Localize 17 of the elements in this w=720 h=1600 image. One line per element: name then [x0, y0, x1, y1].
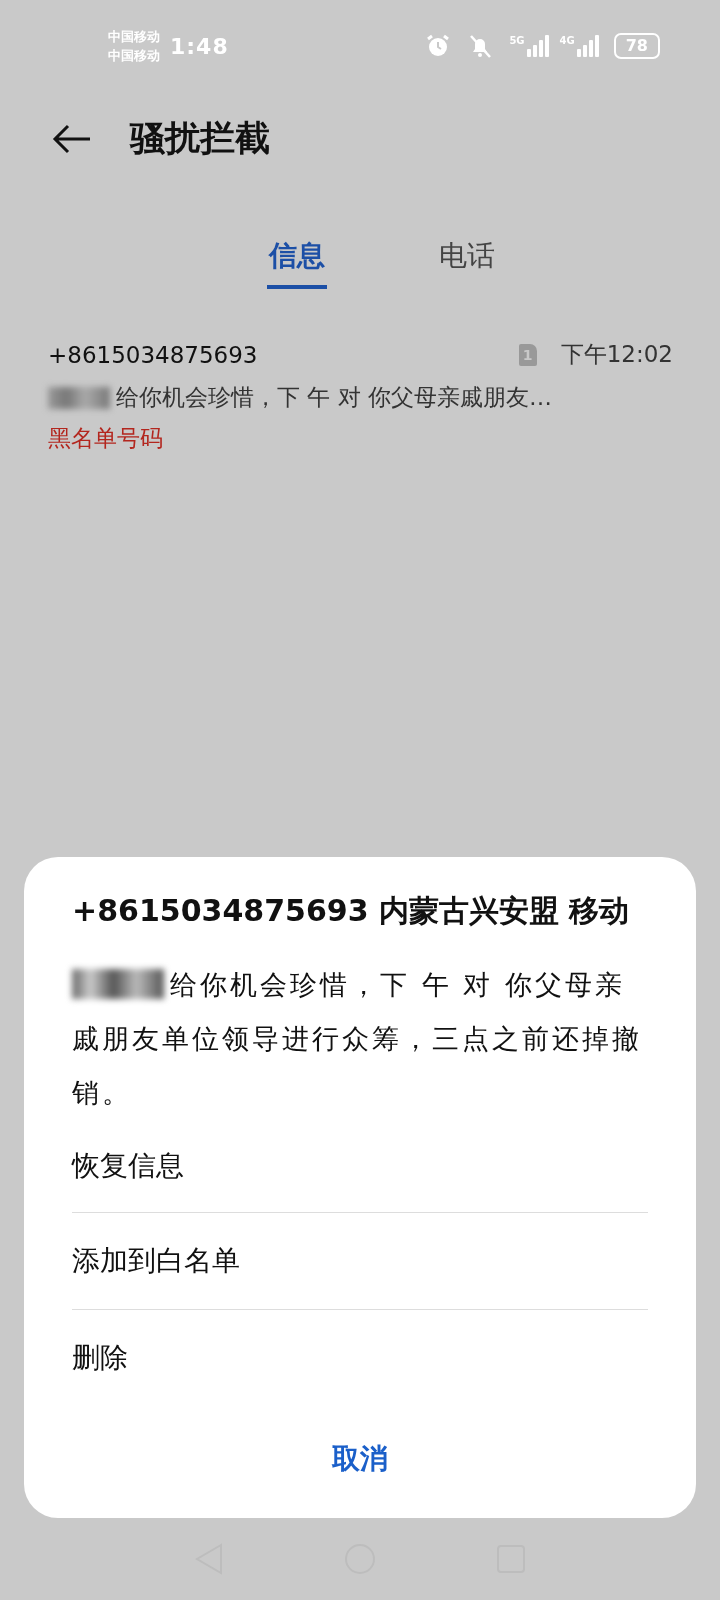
- message-text: 给你机会珍惜，下 午 对 你父母亲戚朋友单位领导进行众筹，三点之前还掉撤销。: [72, 969, 642, 1108]
- blacklist-label: 黑名单号码: [48, 424, 164, 453]
- sender-number: +8615034875693: [48, 341, 258, 368]
- sheet-option[interactable]: 删除: [72, 1310, 648, 1406]
- muted-bell-icon: [467, 33, 494, 59]
- tab[interactable]: 信息: [267, 229, 327, 289]
- sheet-option[interactable]: 恢复信息: [72, 1120, 648, 1212]
- back-icon: [52, 123, 92, 154]
- sheet-option[interactable]: 添加到白名单: [72, 1213, 648, 1309]
- page-title: 骚扰拦截: [130, 117, 270, 160]
- message-preview: 给你机会珍惜，下 午 对 你父母亲戚朋友…: [116, 383, 552, 412]
- signal-icon: [575, 35, 600, 57]
- signal-icon: [525, 35, 550, 57]
- message-time: 下午12:02: [560, 340, 673, 369]
- sheet-title: +8615034875693 内蒙古兴安盟 移动: [72, 892, 631, 930]
- cancel-button[interactable]: 取消: [312, 1426, 408, 1492]
- tab[interactable]: 电话: [437, 229, 497, 289]
